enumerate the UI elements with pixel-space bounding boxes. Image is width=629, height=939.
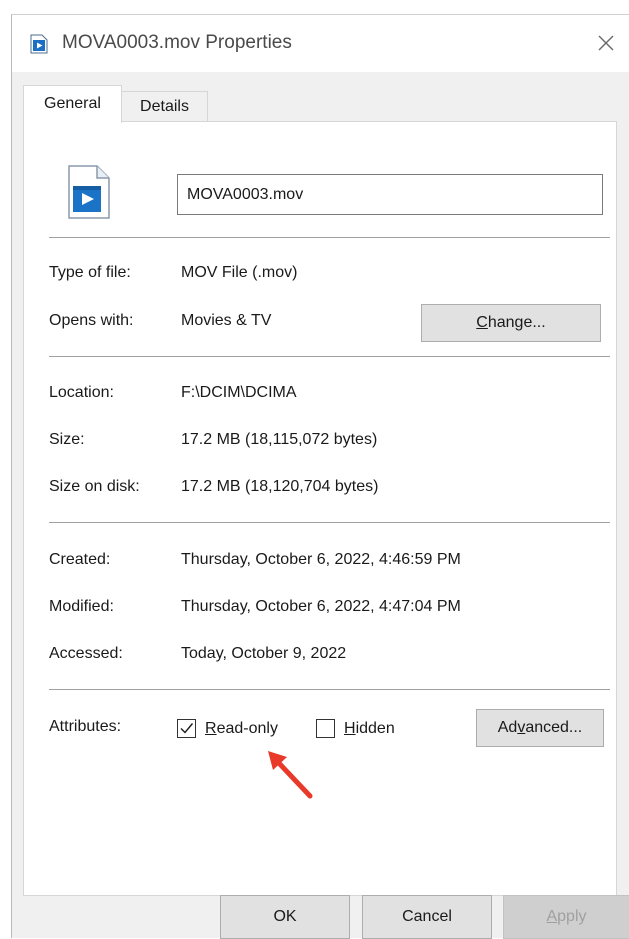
- location-value: F:\DCIM\DCIMA: [181, 384, 297, 401]
- hidden-label: Hidden: [344, 720, 395, 737]
- size-value: 17.2 MB (18,115,072 bytes): [181, 431, 378, 448]
- tab-general[interactable]: General: [23, 85, 122, 123]
- opens-with-value: Movies & TV: [181, 312, 272, 329]
- annotation-arrow-icon: [268, 751, 313, 799]
- readonly-label: Read-only: [205, 720, 278, 737]
- size-label: Size:: [49, 431, 85, 448]
- opens-with-label: Opens with:: [49, 312, 134, 329]
- type-of-file-label: Type of file:: [49, 264, 131, 281]
- change-button[interactable]: Change...: [421, 304, 601, 342]
- size-on-disk-value: 17.2 MB (18,120,704 bytes): [181, 478, 379, 495]
- apply-button[interactable]: Apply: [503, 895, 629, 939]
- title-bar: MOVA0003.mov Properties: [12, 15, 629, 72]
- cancel-button[interactable]: Cancel: [362, 895, 492, 939]
- accessed-label: Accessed:: [49, 645, 123, 662]
- tab-strip: General Details: [23, 85, 613, 123]
- separator: [49, 689, 610, 690]
- attributes-label: Attributes:: [49, 718, 122, 735]
- type-of-file-value: MOV File (.mov): [181, 264, 298, 281]
- size-on-disk-label: Size on disk:: [49, 478, 140, 495]
- tab-details[interactable]: Details: [122, 91, 208, 122]
- separator: [49, 522, 610, 523]
- ok-button[interactable]: OK: [220, 895, 350, 939]
- separator: [49, 356, 610, 357]
- checkmark-icon: [180, 723, 194, 734]
- properties-dialog: MOVA0003.mov Properties General Details …: [11, 14, 629, 939]
- modified-value: Thursday, October 6, 2022, 4:47:04 PM: [181, 598, 461, 615]
- modified-label: Modified:: [49, 598, 114, 615]
- video-file-icon: [30, 34, 48, 54]
- general-panel: Type of file: MOV File (.mov) Opens with…: [23, 121, 617, 896]
- hidden-checkbox[interactable]: Hidden: [316, 718, 412, 740]
- accessed-value: Today, October 9, 2022: [181, 645, 347, 662]
- window-title: MOVA0003.mov Properties: [62, 32, 292, 53]
- location-label: Location:: [49, 384, 114, 401]
- file-name-input[interactable]: [177, 174, 603, 215]
- separator: [49, 237, 610, 238]
- created-label: Created:: [49, 551, 111, 568]
- hidden-checkbox-box[interactable]: [316, 719, 335, 738]
- close-icon[interactable]: [590, 27, 622, 59]
- readonly-checkbox[interactable]: Read-only: [177, 718, 295, 740]
- mov-file-icon: [68, 165, 110, 219]
- advanced-button[interactable]: Advanced...: [476, 709, 604, 747]
- created-value: Thursday, October 6, 2022, 4:46:59 PM: [181, 551, 461, 568]
- readonly-checkbox-box[interactable]: [177, 719, 196, 738]
